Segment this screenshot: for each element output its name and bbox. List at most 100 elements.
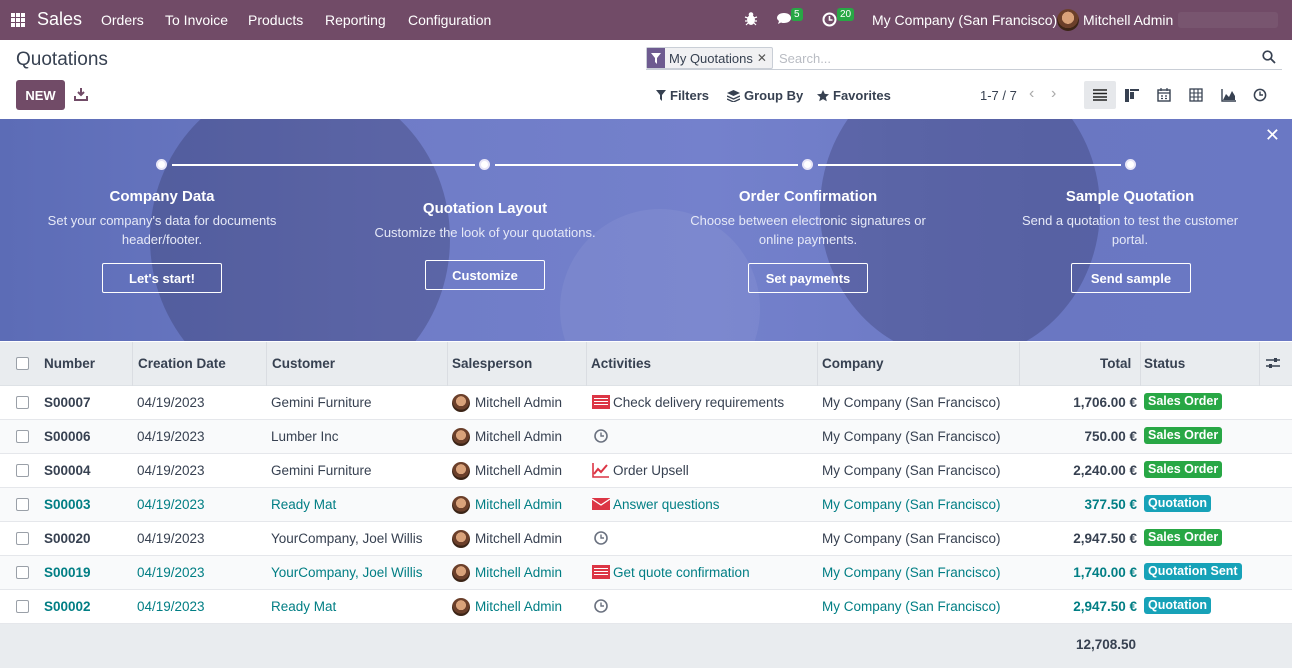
kanban-view-icon[interactable] xyxy=(1116,81,1148,109)
cell-date: 04/19/2023 xyxy=(137,599,205,614)
lets-start-button[interactable]: Let's start! xyxy=(102,263,222,293)
menu-products[interactable]: Products xyxy=(248,12,303,28)
facet-remove-icon[interactable]: ✕ xyxy=(757,51,772,65)
row-checkbox[interactable] xyxy=(16,532,29,545)
customize-button[interactable]: Customize xyxy=(425,260,545,290)
pivot-view-icon[interactable] xyxy=(1180,81,1212,109)
select-all-checkbox[interactable] xyxy=(16,357,29,370)
row-checkbox[interactable] xyxy=(16,464,29,477)
pager-next-icon[interactable]: › xyxy=(1051,85,1056,103)
todo-list-icon[interactable] xyxy=(592,394,610,410)
row-checkbox[interactable] xyxy=(16,430,29,443)
cell-date: 04/19/2023 xyxy=(137,497,205,512)
header-customer[interactable]: Customer xyxy=(272,356,335,371)
app-menu-icon[interactable] xyxy=(11,13,25,27)
set-payments-button[interactable]: Set payments xyxy=(748,263,868,293)
layers-icon xyxy=(727,89,740,102)
envelope-icon[interactable] xyxy=(591,496,611,512)
grand-total: 12,708.50 xyxy=(1075,637,1136,652)
header-salesperson[interactable]: Salesperson xyxy=(452,356,532,371)
groupby-label: Group By xyxy=(744,88,804,103)
debug-bug-icon[interactable] xyxy=(744,11,758,31)
list-view-icon[interactable] xyxy=(1084,81,1116,109)
banner-close-icon[interactable]: ✕ xyxy=(1265,125,1280,146)
timeline-line xyxy=(172,164,475,166)
column-divider xyxy=(447,342,448,386)
cell-activity[interactable]: Answer questions xyxy=(613,497,720,512)
new-button[interactable]: NEW xyxy=(16,80,65,110)
table-row[interactable]: S00004 04/19/2023 Gemini Furniture Mitch… xyxy=(0,454,1292,488)
row-checkbox[interactable] xyxy=(16,600,29,613)
cell-customer: YourCompany, Joel Willis xyxy=(271,565,423,580)
search-bar: My Quotations ✕ xyxy=(646,46,1282,70)
activity-clock-icon[interactable] xyxy=(593,598,611,614)
menu-reporting[interactable]: Reporting xyxy=(325,12,386,28)
filter-icon xyxy=(656,90,666,101)
user-name[interactable]: Mitchell Admin xyxy=(1083,12,1173,28)
status-badge: Quotation xyxy=(1144,597,1212,614)
cell-activity[interactable]: Get quote confirmation xyxy=(613,565,750,580)
activities-count-badge: 20 xyxy=(837,8,855,21)
todo-list-icon[interactable] xyxy=(592,564,610,580)
send-sample-button[interactable]: Send sample xyxy=(1071,263,1191,293)
search-icon[interactable] xyxy=(1262,50,1276,67)
table-header: Number Creation Date Customer Salesperso… xyxy=(0,342,1292,386)
graph-view-icon[interactable] xyxy=(1212,81,1244,109)
cell-date: 04/19/2023 xyxy=(137,395,205,410)
column-divider xyxy=(266,342,267,386)
cell-activity[interactable]: Order Upsell xyxy=(613,463,689,478)
status-badge: Quotation xyxy=(1144,495,1212,512)
activity-view-icon[interactable] xyxy=(1244,81,1276,109)
header-number[interactable]: Number xyxy=(44,356,95,371)
download-icon[interactable] xyxy=(74,87,88,101)
activity-clock-icon[interactable] xyxy=(593,428,611,444)
cell-date: 04/19/2023 xyxy=(137,531,205,546)
column-divider xyxy=(132,342,133,386)
optional-columns-icon[interactable] xyxy=(1266,356,1280,373)
cell-total: 2,240.00 € xyxy=(1073,463,1137,478)
column-divider xyxy=(817,342,818,386)
top-navbar: Sales Orders To Invoice Products Reporti… xyxy=(0,0,1292,40)
company-switcher[interactable]: My Company (San Francisco) xyxy=(872,12,1057,28)
table-row[interactable]: S00002 04/19/2023 Ready Mat Mitchell Adm… xyxy=(0,590,1292,624)
activity-clock-icon[interactable] xyxy=(593,530,611,546)
table-row[interactable]: S00006 04/19/2023 Lumber Inc Mitchell Ad… xyxy=(0,420,1292,454)
column-divider xyxy=(1019,342,1020,386)
header-activities[interactable]: Activities xyxy=(591,356,651,371)
menu-orders[interactable]: Orders xyxy=(101,12,144,28)
header-status[interactable]: Status xyxy=(1144,356,1185,371)
app-name[interactable]: Sales xyxy=(37,9,82,30)
row-checkbox[interactable] xyxy=(16,396,29,409)
menu-to-invoice[interactable]: To Invoice xyxy=(165,12,228,28)
onboarding-banner: ✕ Company Data Set your company's data f… xyxy=(0,119,1292,341)
upsell-chart-icon[interactable] xyxy=(592,462,610,478)
table-row[interactable]: S00019 04/19/2023 YourCompany, Joel Will… xyxy=(0,556,1292,590)
calendar-view-icon[interactable] xyxy=(1148,81,1180,109)
filters-button[interactable]: Filters xyxy=(656,88,709,103)
cell-number: S00007 xyxy=(44,395,91,410)
pager-value[interactable]: 1-7 / 7 xyxy=(980,88,1017,103)
header-total[interactable]: Total xyxy=(1100,356,1131,371)
table-footer: 12,708.50 xyxy=(0,624,1292,668)
row-checkbox[interactable] xyxy=(16,498,29,511)
cell-total: 377.50 € xyxy=(1084,497,1137,512)
cell-salesperson: Mitchell Admin xyxy=(475,531,563,546)
user-avatar[interactable] xyxy=(1057,9,1079,31)
pager-previous-icon[interactable]: ‹ xyxy=(1029,85,1034,103)
table-row[interactable]: S00003 04/19/2023 Ready Mat Mitchell Adm… xyxy=(0,488,1292,522)
header-company[interactable]: Company xyxy=(822,356,884,371)
table-row[interactable]: S00007 04/19/2023 Gemini Furniture Mitch… xyxy=(0,386,1292,420)
step-quotation-layout: Quotation Layout Customize the look of y… xyxy=(355,200,615,242)
page-title: Quotations xyxy=(16,49,108,70)
menu-configuration[interactable]: Configuration xyxy=(408,12,491,28)
cell-activity[interactable]: Check delivery requirements xyxy=(613,395,784,410)
table-row[interactable]: S00020 04/19/2023 YourCompany, Joel Will… xyxy=(0,522,1292,556)
search-input[interactable] xyxy=(779,49,1229,67)
cell-salesperson: Mitchell Admin xyxy=(475,463,563,478)
row-checkbox[interactable] xyxy=(16,566,29,579)
header-creation-date[interactable]: Creation Date xyxy=(138,356,226,371)
groupby-button[interactable]: Group By xyxy=(727,88,803,103)
activities-clock-icon[interactable] xyxy=(822,12,837,32)
cell-company: My Company (San Francisco) xyxy=(822,565,1001,580)
favorites-button[interactable]: Favorites xyxy=(817,88,891,103)
